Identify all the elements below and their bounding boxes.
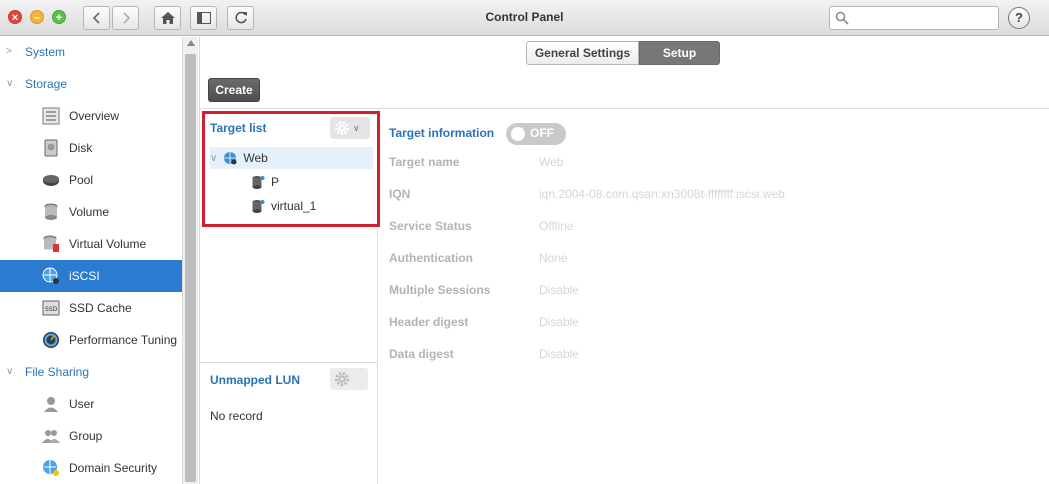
ssd-cache-icon: SSD [42,300,60,316]
domain-security-icon [43,460,59,476]
sidebar-item-domain-security[interactable]: Domain Security [0,452,182,484]
search-icon [835,11,849,25]
sidebar-item-pool[interactable]: Pool [0,164,182,196]
sidebar-item-overview[interactable]: Overview [0,100,182,132]
gear-icon [335,372,349,386]
target-toggle-switch[interactable]: OFF [506,123,566,145]
tab-bar: General Settings Setup [526,41,720,65]
virtual-volume-icon [43,235,59,252]
tree-item-lun-p[interactable]: P [251,171,279,193]
chevron-right-icon: > [6,46,12,57]
group-icon [42,430,60,443]
sidebar-section-storage[interactable]: ∨ Storage [0,68,182,100]
sidebar-section-system[interactable]: > System [0,37,182,68]
unmapped-lun-title: Unmapped LUN [210,373,300,387]
chevron-down-icon: ∨ [6,78,14,89]
info-row-header-digest: Header digest Disable [389,315,580,329]
tree-item-target-web[interactable]: ∨ Web [210,147,373,169]
help-icon: ? [1015,10,1023,25]
pool-icon [43,175,59,186]
scroll-up-icon[interactable] [187,40,195,46]
empty-state-text: No record [210,409,263,423]
sidebar-section-label: Storage [25,77,68,91]
lun-icon [252,176,265,189]
chevron-down-icon: ∨ [6,366,14,377]
target-list-panel: Target list ∨ ∨ Web P virtual_1 Unmapped… [200,109,380,484]
help-button[interactable]: ? [1008,7,1030,29]
sidebar-item-disk[interactable]: Disk [0,132,182,164]
info-row-authentication: Authentication None [389,251,568,265]
sidebar: > System ∨ Storage Overview Disk Pool Vo… [0,37,182,484]
title-bar: × – + Control Panel ? [0,0,1049,36]
performance-icon [43,332,59,348]
info-row-data-digest: Data digest Disable [389,347,580,361]
sidebar-item-performance-tuning[interactable]: Performance Tuning [0,324,182,356]
volume-icon [44,203,58,220]
search-input[interactable] [852,10,992,26]
gear-icon [335,121,349,135]
user-icon [44,397,58,412]
iscsi-icon [42,267,59,284]
panel-divider [200,362,378,363]
chevron-down-icon: ∨ [210,152,218,164]
sidebar-section-file-sharing[interactable]: ∨ File Sharing [0,356,182,388]
target-list-settings-button[interactable]: ∨ [330,117,370,139]
sidebar-item-user[interactable]: User [0,388,182,420]
disk-icon [44,139,58,157]
svg-text:SSD: SSD [45,306,58,313]
main-content: General Settings Setup Create Target lis… [199,37,1049,484]
sidebar-item-ssd-cache[interactable]: SSD SSD Cache [0,292,182,324]
target-information-panel: Target information OFF Target name Web I… [379,109,1049,484]
tab-setup[interactable]: Setup [639,41,720,65]
scrollbar-thumb[interactable] [185,54,196,482]
target-information-title: Target information [389,126,495,140]
sidebar-section-label: System [25,45,66,59]
info-row-target-name: Target name Web [389,155,564,169]
sidebar-item-iscsi[interactable]: iSCSI [0,260,182,292]
sidebar-item-group[interactable]: Group [0,420,182,452]
create-button[interactable]: Create [208,78,260,102]
tab-general-settings[interactable]: General Settings [526,41,639,65]
info-row-service-status: Service Status Offline [389,219,574,233]
info-row-multiple-sessions: Multiple Sessions Disable [389,283,580,297]
overview-icon [42,107,60,125]
toggle-knob [511,127,525,141]
sidebar-scrollbar[interactable] [182,37,198,484]
toggle-label: OFF [530,126,554,140]
sidebar-section-label: File Sharing [25,365,90,379]
chevron-down-icon: ∨ [353,122,360,133]
search-box[interactable] [829,6,999,30]
lun-icon [252,200,265,213]
sidebar-item-volume[interactable]: Volume [0,196,182,228]
iscsi-target-icon [224,152,237,165]
sidebar-item-virtual-volume[interactable]: Virtual Volume [0,228,182,260]
tree-item-lun-virtual-1[interactable]: virtual_1 [251,195,316,217]
info-row-iqn: IQN iqn.2004-08.com.qsan:xn3008t-fffffff… [389,187,785,201]
unmapped-lun-settings-button[interactable] [330,368,368,390]
target-list-title: Target list [210,121,267,135]
